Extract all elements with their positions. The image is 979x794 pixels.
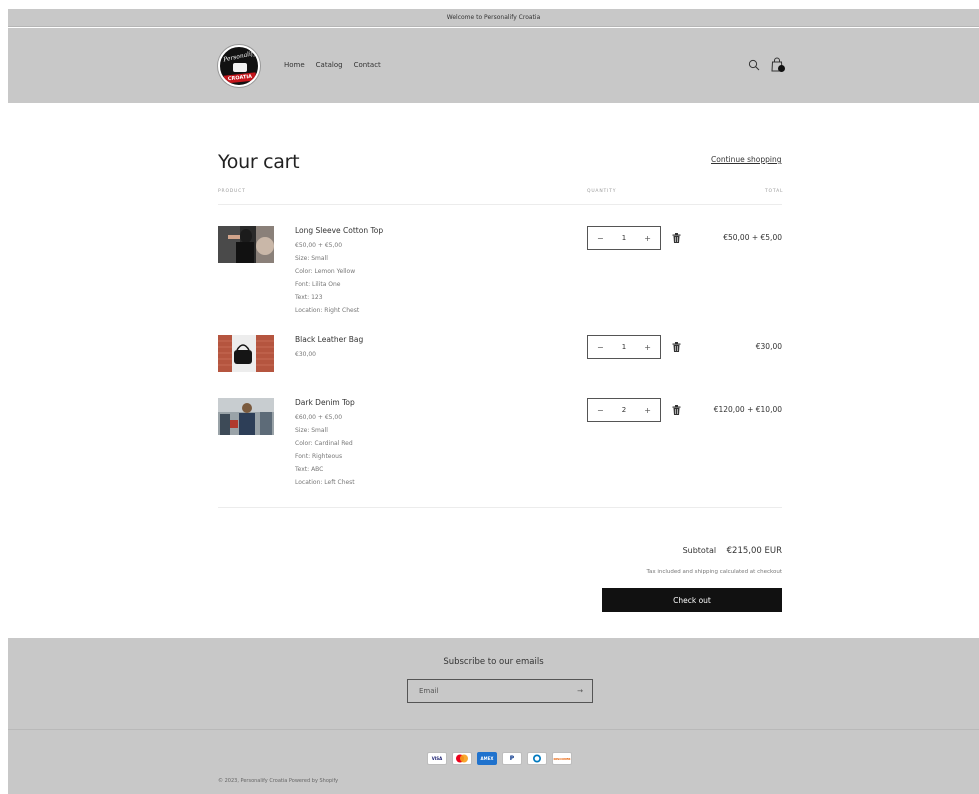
item-title[interactable]: Long Sleeve Cotton Top xyxy=(295,226,545,235)
item-option-color: Color: Lemon Yellow xyxy=(295,268,356,275)
column-header-product: PRODUCT xyxy=(218,189,246,194)
trash-icon[interactable] xyxy=(672,405,681,415)
newsletter-email-input[interactable]: Email → xyxy=(407,679,593,703)
newsletter-heading: Subscribe to our emails xyxy=(443,657,544,667)
site-footer: Subscribe to our emails Email → VISA AME… xyxy=(8,638,979,794)
search-icon[interactable] xyxy=(748,59,760,71)
item-option-location: Location: Right Chest xyxy=(295,307,360,314)
email-placeholder: Email xyxy=(419,687,439,695)
increase-quantity-button[interactable]: + xyxy=(644,343,651,352)
increase-quantity-button[interactable]: + xyxy=(644,234,651,243)
payment-icons: VISA AMEX P DISCOVER xyxy=(427,752,572,765)
nav-home[interactable]: Home xyxy=(284,61,305,69)
continue-shopping-link[interactable]: Continue shopping xyxy=(711,155,781,164)
trash-icon[interactable] xyxy=(672,342,681,352)
quantity-input[interactable]: 2 xyxy=(622,406,626,414)
cart-subtotal: Subtotal €215,00 EUR xyxy=(568,546,782,556)
item-line-total: €30,00 xyxy=(755,342,782,351)
quantity-stepper: − 1 + xyxy=(587,335,661,359)
item-title[interactable]: Black Leather Bag xyxy=(295,335,545,344)
item-option-font: Font: Lilita One xyxy=(295,281,341,288)
subtotal-label: Subtotal xyxy=(682,546,717,555)
product-image-black-leather-bag[interactable] xyxy=(218,335,274,372)
tax-note: Tax included and shipping calculated at … xyxy=(646,569,783,575)
column-header-quantity: QUANTITY xyxy=(587,189,617,194)
copyright-text: © 2023, Personalify Croatia Powered by S… xyxy=(218,778,339,784)
product-image-long-sleeve-top[interactable] xyxy=(218,226,274,263)
item-option-size: Size: Small xyxy=(295,427,328,434)
product-image-dark-denim-top[interactable] xyxy=(218,398,274,435)
checkout-button[interactable]: Check out xyxy=(602,588,782,612)
store-logo[interactable]: Personalify CROATIA xyxy=(218,45,260,87)
quantity-stepper: − 1 + xyxy=(587,226,661,250)
item-option-size: Size: Small xyxy=(295,255,328,262)
logo-script-text: Personalify xyxy=(222,49,258,64)
arrow-right-icon[interactable]: → xyxy=(577,687,583,695)
item-title[interactable]: Dark Denim Top xyxy=(295,398,545,407)
item-price: €30,00 xyxy=(295,351,316,358)
item-option-font: Font: Righteous xyxy=(295,453,343,460)
announcement-bar: Welcome to Personalify Croatia xyxy=(8,9,979,27)
header-divider xyxy=(218,204,782,205)
page: Welcome to Personalify Croatia Personali… xyxy=(8,9,979,794)
main-nav: Home Catalog Contact xyxy=(284,61,381,69)
item-option-location: Location: Left Chest xyxy=(295,479,355,486)
item-details: Dark Denim Top €60,00 + €5,00 Size: Smal… xyxy=(295,398,545,489)
item-option-text: Text: ABC xyxy=(295,466,324,473)
quantity-input[interactable]: 1 xyxy=(622,343,626,351)
page-title: Your cart xyxy=(218,151,300,173)
item-option-color: Color: Cardinal Red xyxy=(295,440,353,447)
trash-icon[interactable] xyxy=(672,233,681,243)
decrease-quantity-button[interactable]: − xyxy=(597,234,604,243)
logo-shirt-graphic xyxy=(233,63,247,72)
item-line-total: €120,00 + €10,00 xyxy=(713,405,782,414)
discover-icon: DISCOVER xyxy=(552,752,572,765)
paypal-icon: P xyxy=(502,752,522,765)
quantity-stepper: − 2 + xyxy=(587,398,661,422)
item-line-total: €50,00 + €5,00 xyxy=(723,233,782,242)
increase-quantity-button[interactable]: + xyxy=(644,406,651,415)
diners-club-icon xyxy=(527,752,547,765)
logo-ribbon: CROATIA xyxy=(223,72,257,84)
site-header: Personalify CROATIA Home Catalog Contact xyxy=(8,28,979,103)
cart-bag-icon[interactable] xyxy=(770,57,786,73)
decrease-quantity-button[interactable]: − xyxy=(597,343,604,352)
column-header-total: TOTAL xyxy=(765,189,784,194)
decrease-quantity-button[interactable]: − xyxy=(597,406,604,415)
subtotal-value: €215,00 EUR xyxy=(726,546,782,556)
announcement-text: Welcome to Personalify Croatia xyxy=(446,14,541,21)
item-price: €60,00 + €5,00 xyxy=(295,414,343,421)
item-price: €50,00 + €5,00 xyxy=(295,242,343,249)
visa-icon: VISA xyxy=(427,752,447,765)
mastercard-icon xyxy=(452,752,472,765)
footer-divider xyxy=(8,729,979,730)
item-details: Long Sleeve Cotton Top €50,00 + €5,00 Si… xyxy=(295,226,545,317)
item-details: Black Leather Bag €30,00 xyxy=(295,335,545,361)
items-divider xyxy=(218,507,782,508)
nav-contact[interactable]: Contact xyxy=(354,61,381,69)
quantity-input[interactable]: 1 xyxy=(622,234,626,242)
amex-icon: AMEX xyxy=(477,752,497,765)
nav-catalog[interactable]: Catalog xyxy=(316,61,343,69)
item-option-text: Text: 123 xyxy=(295,294,323,301)
